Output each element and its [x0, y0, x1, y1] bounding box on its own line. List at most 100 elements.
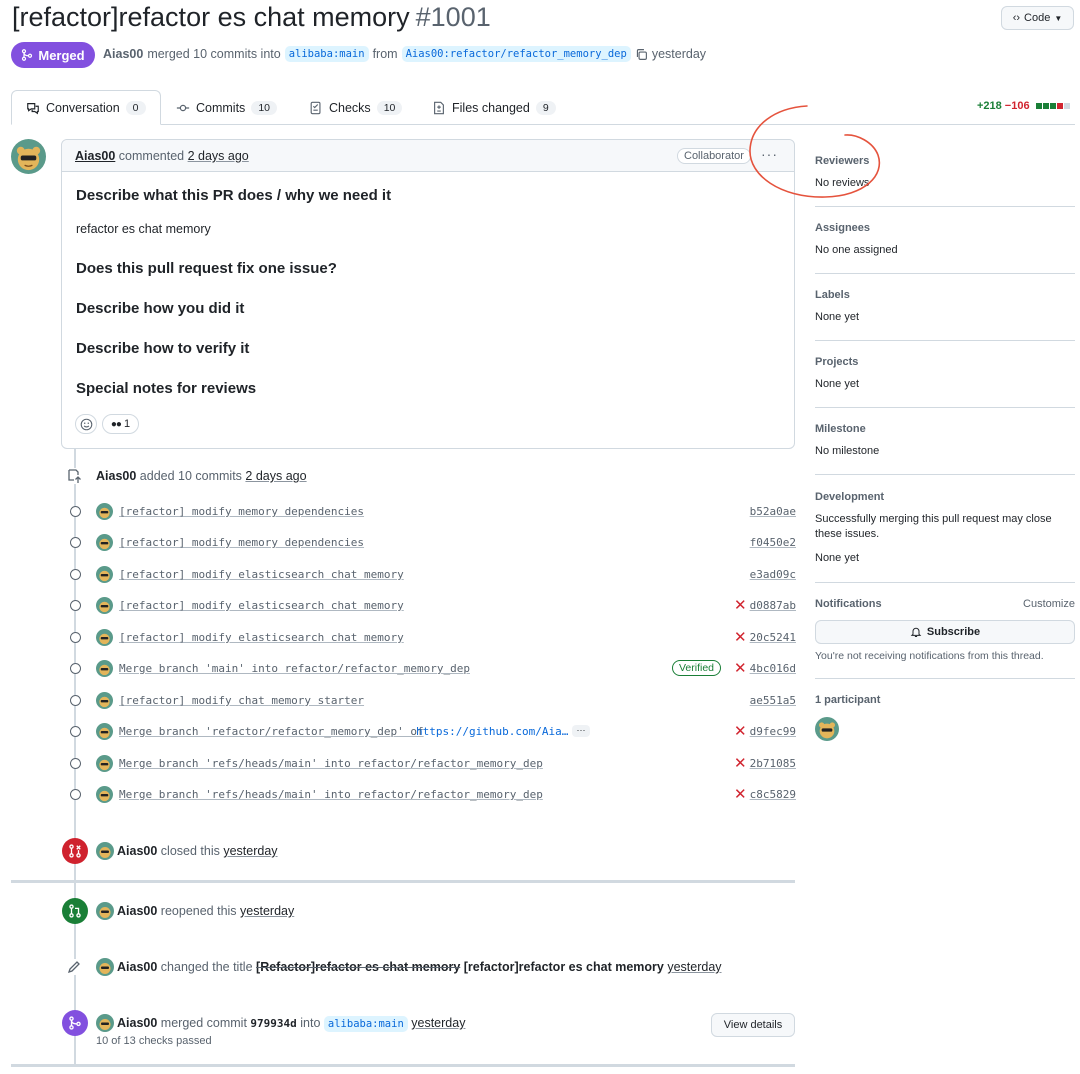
copy-icon[interactable]	[635, 48, 648, 61]
check-failed-icon[interactable]: ✕	[734, 785, 747, 803]
event-time-link[interactable]: yesterday	[411, 1016, 465, 1030]
customize-link[interactable]: Customize	[1023, 598, 1075, 610]
view-details-button[interactable]: View details	[711, 1013, 795, 1037]
conversation-icon	[27, 102, 39, 114]
commit-row: Merge branch 'refs/heads/main' into refa…	[60, 785, 796, 805]
tab-counter: 10	[376, 100, 403, 115]
check-failed-icon[interactable]: ✕	[734, 628, 747, 646]
bell-icon	[910, 627, 922, 637]
sidebar-heading[interactable]: Development	[815, 491, 1075, 503]
eyes-reaction-button[interactable]: ●● 1	[102, 414, 139, 434]
sidebar-heading[interactable]: Milestone	[815, 423, 1075, 435]
avatar[interactable]	[96, 503, 113, 520]
participant-avatar[interactable]	[815, 717, 839, 741]
comment-time-link[interactable]: 2 days ago	[188, 149, 249, 163]
commit-message-link[interactable]: Merge branch 'main' into refactor/refact…	[119, 662, 470, 675]
sidebar-heading[interactable]: Assignees	[815, 222, 1075, 234]
commit-sha-link[interactable]: c8c5829	[750, 788, 796, 801]
avatar[interactable]	[96, 902, 114, 920]
commit-message-link[interactable]: Merge branch 'refactor/refactor_memory_d…	[119, 725, 424, 738]
tab-checks[interactable]: Checks 10	[295, 90, 416, 125]
avatar[interactable]	[96, 534, 113, 551]
avatar[interactable]	[96, 692, 113, 709]
commit-sha-link[interactable]: f0450e2	[750, 536, 796, 549]
pr-author-link[interactable]: Aias00	[103, 47, 143, 61]
subscribe-label: Subscribe	[926, 626, 981, 638]
commit-sha-link[interactable]: d0887ab	[750, 599, 796, 612]
event-author-link[interactable]: Aias00	[117, 1016, 157, 1030]
commit-message-link[interactable]: [refactor] modify elasticsearch chat mem…	[119, 568, 404, 581]
event-time-link[interactable]: 2 days ago	[245, 469, 306, 483]
sidebar-heading[interactable]: Reviewers	[815, 155, 1075, 167]
commit-message-link[interactable]: [refactor] modify memory dependencies	[119, 505, 364, 518]
avatar[interactable]	[96, 566, 113, 583]
event-time-link[interactable]: yesterday	[667, 960, 721, 974]
avatar[interactable]	[96, 597, 113, 614]
subscribe-button[interactable]: Subscribe	[815, 620, 1075, 644]
event-action: merged commit	[160, 1016, 247, 1030]
avatar[interactable]	[96, 723, 113, 740]
commit-message-link[interactable]: [refactor] modify memory dependencies	[119, 536, 364, 549]
verified-badge[interactable]: Verified	[672, 660, 722, 676]
avatar[interactable]	[96, 958, 114, 976]
sidebar-value: No reviews	[815, 177, 870, 189]
avatar[interactable]	[11, 139, 46, 174]
event-author-link[interactable]: Aias00	[117, 904, 157, 918]
file-diff-icon	[434, 101, 444, 114]
expand-commit-button[interactable]: ···	[572, 725, 590, 737]
code-button[interactable]: ‹› Code ▼	[1001, 6, 1074, 30]
timeline-separator	[11, 1064, 795, 1067]
check-failed-icon[interactable]: ✕	[734, 659, 747, 677]
avatar[interactable]	[96, 660, 113, 677]
avatar[interactable]	[96, 755, 113, 772]
comment-author-link[interactable]: Aias00	[75, 149, 115, 163]
event-author-link[interactable]: Aias00	[96, 469, 136, 483]
tab-commits[interactable]: Commits 10	[162, 90, 291, 125]
commit-url-link[interactable]: https://github.com/Aia…	[416, 725, 568, 738]
merge-commit-sha[interactable]: 979934d	[250, 1017, 296, 1030]
tab-label: Checks	[329, 100, 371, 115]
avatar[interactable]	[96, 629, 113, 646]
commit-row: [refactor] modify memory dependencies f04…	[60, 533, 796, 553]
commit-message-link[interactable]: [refactor] modify elasticsearch chat mem…	[119, 599, 404, 612]
sidebar-heading[interactable]: Projects	[815, 356, 1075, 368]
commit-message-link[interactable]: [refactor] modify elasticsearch chat mem…	[119, 631, 404, 644]
event-time-link[interactable]: yesterday	[240, 904, 294, 918]
sidebar-heading[interactable]: Labels	[815, 289, 1075, 301]
commit-dot-icon	[70, 600, 81, 611]
check-failed-icon[interactable]: ✕	[734, 596, 747, 614]
event-time-link[interactable]: yesterday	[223, 844, 277, 858]
comment-meta: Aias00 commented 2 days ago	[75, 149, 249, 163]
event-text: Aias00 merged commit 979934d into alibab…	[117, 1016, 465, 1032]
more-options-icon[interactable]: ···	[761, 146, 778, 162]
avatar[interactable]	[96, 1014, 114, 1032]
event-author-link[interactable]: Aias00	[117, 960, 157, 974]
commit-message-link[interactable]: Merge branch 'refs/heads/main' into refa…	[119, 757, 543, 770]
sidebar-value: None yet	[815, 311, 860, 323]
commit-sha-link[interactable]: 4bc016d	[750, 662, 796, 675]
commit-sha-link[interactable]: ae551a5	[750, 694, 796, 707]
check-failed-icon[interactable]: ✕	[734, 722, 747, 740]
base-branch[interactable]: alibaba:main	[323, 1016, 408, 1032]
commit-sha-link[interactable]: 2b71085	[750, 757, 796, 770]
check-failed-icon[interactable]: ✕	[734, 754, 747, 772]
avatar[interactable]	[96, 786, 113, 803]
head-branch[interactable]: Aias00:refactor/refactor_memory_dep	[401, 46, 631, 62]
event-text: Aias00 closed this yesterday	[117, 844, 278, 858]
tab-conversation[interactable]: Conversation 0	[11, 90, 161, 125]
commit-message-link[interactable]: [refactor] modify chat memory starter	[119, 694, 364, 707]
sidebar-divider	[815, 340, 1075, 341]
commit-sha-link[interactable]: b52a0ae	[750, 505, 796, 518]
tab-files-changed[interactable]: Files changed 9	[418, 90, 570, 125]
commit-sha-link[interactable]: e3ad09c	[750, 568, 796, 581]
add-reaction-button[interactable]	[75, 414, 97, 434]
avatar[interactable]	[96, 842, 114, 860]
base-branch[interactable]: alibaba:main	[284, 46, 369, 62]
commit-sha-link[interactable]: 20c5241	[750, 631, 796, 644]
sidebar-divider	[815, 273, 1075, 274]
commit-dot-icon	[70, 537, 81, 548]
commit-sha-link[interactable]: d9fec99	[750, 725, 796, 738]
commit-message-link[interactable]: Merge branch 'refs/heads/main' into refa…	[119, 788, 543, 801]
sidebar-divider	[815, 678, 1075, 679]
event-author-link[interactable]: Aias00	[117, 844, 157, 858]
